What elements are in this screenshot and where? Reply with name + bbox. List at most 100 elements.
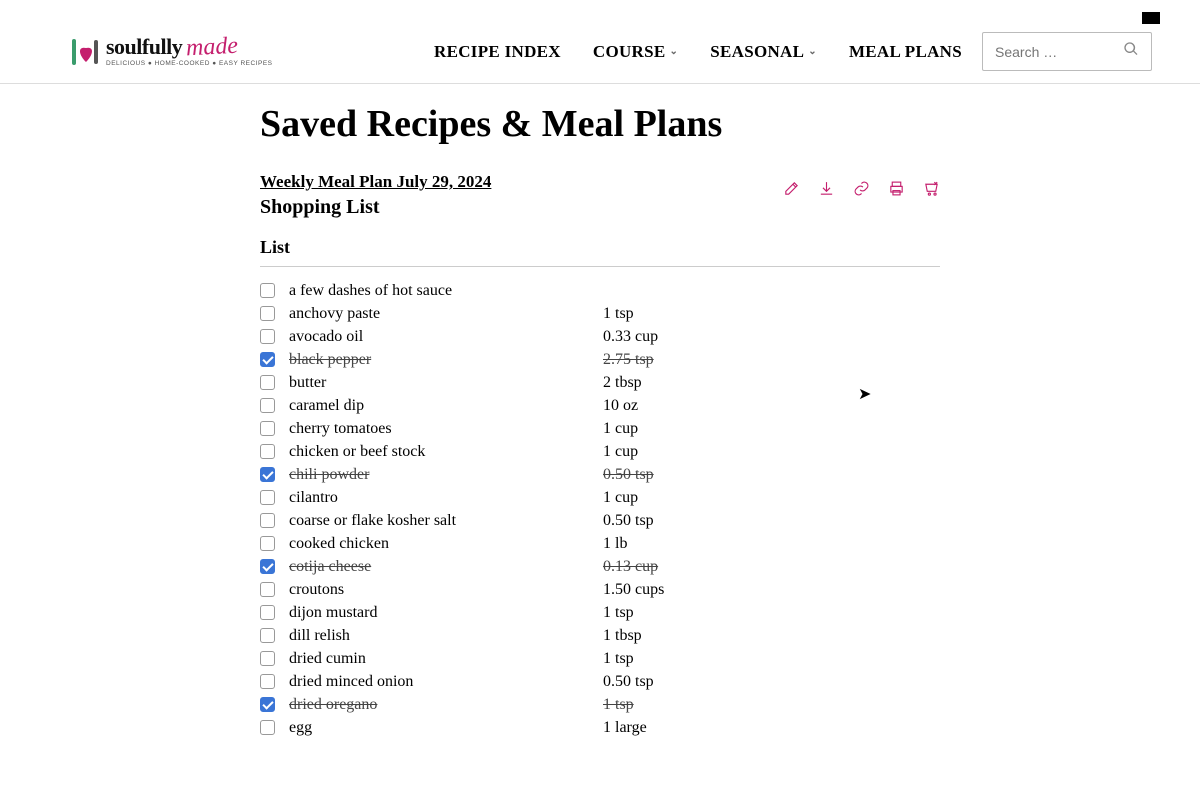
checkbox[interactable]: [260, 444, 275, 459]
list-item: chili powder 0.50 tsp: [260, 463, 940, 486]
item-name: cooked chicken: [289, 535, 589, 553]
search-box[interactable]: [982, 32, 1152, 71]
checkbox[interactable]: [260, 375, 275, 390]
meal-plan-link[interactable]: Weekly Meal Plan July 29, 2024: [260, 172, 491, 191]
main-nav: RECIPE INDEX COURSE ⌄ SEASONAL ⌄ MEAL PL…: [434, 42, 962, 62]
item-name: dried cumin: [289, 650, 589, 668]
list-item: dried minced onion 0.50 tsp: [260, 670, 940, 693]
chevron-down-icon: ⌄: [670, 46, 679, 57]
checkbox[interactable]: [260, 467, 275, 482]
logo-text-made: made: [186, 34, 239, 61]
item-name: croutons: [289, 581, 589, 599]
nav-label: COURSE: [593, 42, 666, 62]
item-name: butter: [289, 374, 589, 392]
item-name: avocado oil: [289, 328, 589, 346]
item-name: black pepper: [289, 351, 589, 369]
item-quantity: 2.75 tsp: [603, 351, 654, 369]
checkbox[interactable]: [260, 582, 275, 597]
main-content: Saved Recipes & Meal Plans Weekly Meal P…: [0, 74, 1200, 739]
item-quantity: 0.50 tsp: [603, 512, 654, 530]
nav-recipe-index[interactable]: RECIPE INDEX: [434, 42, 561, 62]
page-title: Saved Recipes & Meal Plans: [260, 102, 940, 146]
list-item: caramel dip 10 oz: [260, 394, 940, 417]
item-quantity: 0.13 cup: [603, 558, 658, 576]
checkbox[interactable]: [260, 697, 275, 712]
search-input[interactable]: [995, 44, 1113, 60]
item-quantity: 1 tsp: [603, 604, 634, 622]
list-item: black pepper 2.75 tsp: [260, 348, 940, 371]
item-name: egg: [289, 719, 589, 737]
list-item: dijon mustard 1 tsp: [260, 601, 940, 624]
list-item: dill relish 1 tbsp: [260, 624, 940, 647]
checkbox[interactable]: [260, 651, 275, 666]
nav-meal-plans[interactable]: MEAL PLANS: [849, 42, 962, 62]
item-name: anchovy paste: [289, 305, 589, 323]
list-item: cilantro1 cup: [260, 486, 940, 509]
item-quantity: 10 oz: [603, 397, 638, 415]
link-icon[interactable]: [853, 180, 870, 202]
list-item: chicken or beef stock1 cup: [260, 440, 940, 463]
plan-header: Weekly Meal Plan July 29, 2024 Shopping …: [260, 172, 940, 219]
nav-label: MEAL PLANS: [849, 42, 962, 62]
item-name: cotija cheese: [289, 558, 589, 576]
list-item: anchovy paste1 tsp: [260, 302, 940, 325]
checkbox[interactable]: [260, 559, 275, 574]
item-name: coarse or flake kosher salt: [289, 512, 589, 530]
list-item: dried oregano 1 tsp: [260, 693, 940, 716]
site-header: soulfully made DELICIOUS ● HOME-COOKED ●…: [0, 10, 1200, 84]
checkbox[interactable]: [260, 605, 275, 620]
site-logo[interactable]: soulfully made DELICIOUS ● HOME-COOKED ●…: [72, 35, 273, 68]
edit-icon[interactable]: [783, 180, 800, 202]
print-icon[interactable]: [888, 180, 905, 202]
checkbox[interactable]: [260, 398, 275, 413]
item-name: cilantro: [289, 489, 589, 507]
list-item: cotija cheese 0.13 cup: [260, 555, 940, 578]
checkbox[interactable]: [260, 674, 275, 689]
item-quantity: 1 tsp: [603, 650, 634, 668]
item-name: dill relish: [289, 627, 589, 645]
item-quantity: 1 tbsp: [603, 627, 642, 645]
search-icon[interactable]: [1123, 41, 1139, 62]
chevron-down-icon: ⌄: [808, 46, 817, 57]
item-quantity: 1.50 cups: [603, 581, 664, 599]
list-item: cherry tomatoes1 cup: [260, 417, 940, 440]
item-name: dijon mustard: [289, 604, 589, 622]
list-item: butter 2 tbsp: [260, 371, 940, 394]
download-icon[interactable]: [818, 180, 835, 202]
nav-course[interactable]: COURSE ⌄: [593, 42, 678, 62]
list-item: coarse or flake kosher salt 0.50 tsp: [260, 509, 940, 532]
checkbox[interactable]: [260, 536, 275, 551]
checkbox[interactable]: [260, 628, 275, 643]
item-name: caramel dip: [289, 397, 589, 415]
shopping-list: a few dashes of hot sauceanchovy paste1 …: [260, 279, 940, 739]
nav-label: SEASONAL: [710, 42, 804, 62]
item-name: dried minced onion: [289, 673, 589, 691]
checkbox[interactable]: [260, 306, 275, 321]
clear-cart-icon[interactable]: [923, 180, 940, 202]
checkbox[interactable]: [260, 329, 275, 344]
nav-label: RECIPE INDEX: [434, 42, 561, 62]
checkbox[interactable]: [260, 352, 275, 367]
list-item: a few dashes of hot sauce: [260, 279, 940, 302]
list-item: croutons 1.50 cups: [260, 578, 940, 601]
item-quantity: 0.50 tsp: [603, 673, 654, 691]
list-item: avocado oil0.33 cup: [260, 325, 940, 348]
item-name: dried oregano: [289, 696, 589, 714]
list-heading: List: [260, 237, 940, 267]
nav-seasonal[interactable]: SEASONAL ⌄: [710, 42, 817, 62]
item-quantity: 0.50 tsp: [603, 466, 654, 484]
checkbox[interactable]: [260, 421, 275, 436]
checkbox[interactable]: [260, 513, 275, 528]
item-name: chicken or beef stock: [289, 443, 589, 461]
checkbox[interactable]: [260, 283, 275, 298]
item-quantity: 1 tsp: [603, 696, 634, 714]
checkbox[interactable]: [260, 490, 275, 505]
logo-tagline: DELICIOUS ● HOME-COOKED ● EASY RECIPES: [106, 61, 273, 68]
item-quantity: 1 large: [603, 719, 647, 737]
item-name: chili powder: [289, 466, 589, 484]
list-item: egg 1 large: [260, 716, 940, 739]
list-item: dried cumin 1 tsp: [260, 647, 940, 670]
checkbox[interactable]: [260, 720, 275, 735]
item-quantity: 2 tbsp: [603, 374, 642, 392]
logo-text-soulfully: soulfully: [106, 36, 182, 58]
